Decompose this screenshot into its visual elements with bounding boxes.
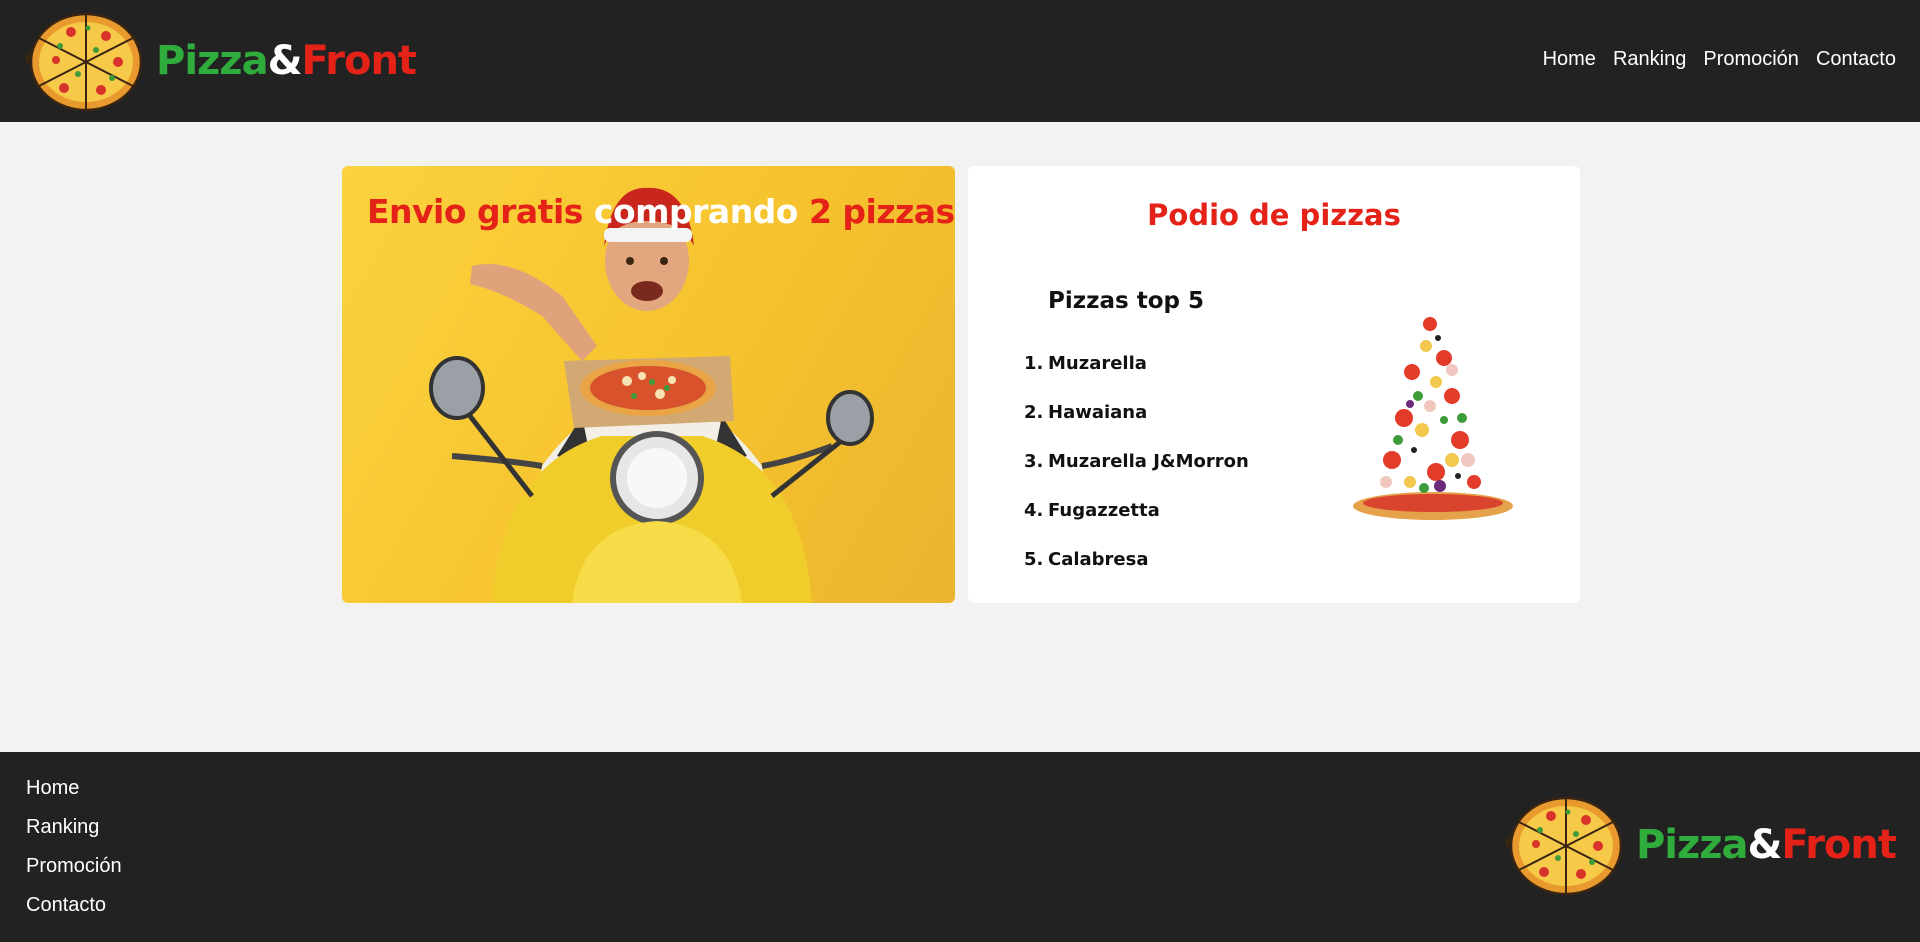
list-item-label: Muzarella J&Morron [1048, 451, 1249, 472]
nav-link-contacto[interactable]: Contacto [1816, 48, 1896, 71]
brand-name: Pizza&Front [1635, 822, 1897, 868]
list-item-number: 5. [1024, 549, 1044, 570]
list-item-label: Calabresa [1048, 549, 1149, 570]
podium-card: Podio de pizzas Pizzas top 5 1. Muzarella… [968, 166, 1580, 603]
footer-nav: Home Ranking Promoción Contacto [26, 776, 122, 917]
brand-part-pizza: Pizza [1635, 822, 1749, 868]
flying-pizza-ingredients-image [1353, 317, 1513, 520]
brand-part-ampersand: & [1747, 822, 1783, 868]
list-item-number: 2. [1024, 402, 1044, 423]
footer-link-contacto[interactable]: Contacto [26, 893, 122, 917]
footer-link-promocion[interactable]: Promoción [26, 854, 122, 878]
brand-part-front: Front [301, 38, 417, 84]
list-item-label: Hawaiana [1048, 402, 1148, 423]
header-logo[interactable]: Pizza&Front [26, 10, 417, 112]
promo-card: Envio gratis comprando 2 pizzas [342, 166, 955, 603]
delivery-scooter-image [429, 187, 874, 603]
brand-part-ampersand: & [267, 38, 303, 84]
list-item: 4. Fugazzetta [1024, 499, 1249, 548]
nav-link-ranking[interactable]: Ranking [1613, 48, 1686, 71]
site-header: Pizza&Front Home Ranking Promoción Conta… [0, 0, 1920, 122]
promo-title-part3: 2 pizzas [797, 192, 955, 231]
brand-part-front: Front [1781, 822, 1897, 868]
nav-link-home[interactable]: Home [1543, 48, 1596, 71]
podium-title: Podio de pizzas [1147, 198, 1401, 232]
list-item: 2. Hawaiana [1024, 401, 1249, 450]
top5-list: 1. Muzarella 2. Hawaiana 3. Muzarella J&Mor… [1024, 352, 1249, 597]
main-nav: Home Ranking Promoción Contacto [1543, 48, 1896, 71]
site-footer: Home Ranking Promoción Contacto Pizza&Fr… [0, 752, 1920, 942]
pizza-logo-icon [26, 10, 144, 112]
list-item: 3. Muzarella J&Morron [1024, 450, 1249, 499]
list-item-number: 3. [1024, 451, 1044, 472]
promo-title-part2: comprando [593, 192, 799, 231]
list-item-label: Fugazzetta [1048, 500, 1160, 521]
footer-logo[interactable]: Pizza&Front [1506, 794, 1897, 896]
list-item-label: Muzarella [1048, 353, 1147, 374]
list-item: 5. Calabresa [1024, 548, 1249, 597]
promo-title-part1: Envio gratis [367, 192, 594, 231]
brand-name: Pizza&Front [156, 38, 417, 84]
list-item: 1. Muzarella [1024, 352, 1249, 401]
brand-part-pizza: Pizza [156, 38, 269, 84]
pizza-logo-icon [1506, 794, 1624, 896]
list-item-number: 1. [1024, 353, 1044, 374]
footer-link-home[interactable]: Home [26, 776, 122, 800]
top5-heading: Pizzas top 5 [1048, 288, 1205, 314]
footer-link-ranking[interactable]: Ranking [26, 815, 122, 839]
nav-link-promocion[interactable]: Promoción [1703, 48, 1799, 71]
list-item-number: 4. [1024, 500, 1044, 521]
promo-title: Envio gratis comprando 2 pizzas [367, 192, 955, 231]
